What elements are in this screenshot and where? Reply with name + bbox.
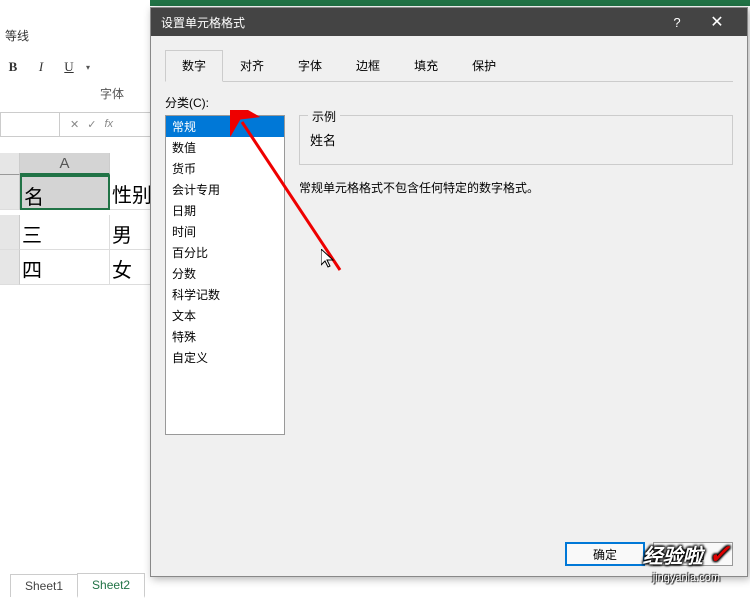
enter-icon[interactable]: ✓ (87, 118, 96, 131)
cell-A2[interactable]: 三 (20, 215, 110, 250)
format-description: 常规单元格格式不包含任何特定的数字格式。 (299, 179, 733, 196)
category-item-text[interactable]: 文本 (166, 305, 284, 326)
ok-button[interactable]: 确定 (565, 542, 645, 566)
bold-button[interactable]: B (2, 56, 24, 78)
category-item-special[interactable]: 特殊 (166, 326, 284, 347)
dialog-titlebar[interactable]: 设置单元格格式 ? ✕ (151, 8, 747, 36)
column-header-A[interactable]: A (20, 153, 110, 175)
font-group-label: 字体 (100, 85, 124, 102)
italic-button[interactable]: I (30, 56, 52, 78)
example-label: 示例 (308, 108, 340, 125)
help-button[interactable]: ? (657, 8, 697, 36)
underline-button[interactable]: U (58, 56, 80, 78)
category-item-general[interactable]: 常规 (166, 116, 284, 137)
category-item-fraction[interactable]: 分数 (166, 263, 284, 284)
name-box[interactable] (0, 113, 60, 136)
category-item-accounting[interactable]: 会计专用 (166, 179, 284, 200)
ribbon-fragment: 等线 (0, 27, 150, 41)
select-all-cell[interactable] (0, 153, 20, 175)
spreadsheet-background: 等线 B I U ▾ 字体 ✕ ✓ fx A 名 性别 三 男 四 女 (0, 0, 150, 600)
row-header[interactable] (0, 215, 20, 250)
fx-icon[interactable]: fx (104, 118, 113, 131)
row-header[interactable] (0, 175, 20, 210)
category-item-currency[interactable]: 货币 (166, 158, 284, 179)
app-title-bar (150, 0, 750, 6)
cell-A1[interactable]: 名 (20, 175, 110, 210)
tab-number[interactable]: 数字 (165, 50, 223, 82)
row-header[interactable] (0, 250, 20, 285)
watermark-text: 经验啦 (643, 546, 703, 568)
category-item-percentage[interactable]: 百分比 (166, 242, 284, 263)
format-preview-pane: 示例 姓名 常规单元格格式不包含任何特定的数字格式。 (299, 115, 733, 435)
cancel-icon[interactable]: ✕ (70, 118, 79, 131)
formula-bar: ✕ ✓ fx (0, 112, 150, 137)
tab-alignment[interactable]: 对齐 (223, 50, 281, 81)
category-listbox[interactable]: 常规 数值 货币 会计专用 日期 时间 百分比 分数 科学记数 文本 特殊 自定… (165, 115, 285, 435)
category-item-number[interactable]: 数值 (166, 137, 284, 158)
cell-A3[interactable]: 四 (20, 250, 110, 285)
watermark-url: jingyanla.com (653, 572, 720, 584)
column-headers: A (0, 153, 110, 175)
tab-fill[interactable]: 填充 (397, 50, 455, 81)
font-toolbar: B I U ▾ (0, 52, 150, 82)
category-item-time[interactable]: 时间 (166, 221, 284, 242)
tab-protection[interactable]: 保护 (455, 50, 513, 81)
dialog-title-text: 设置单元格格式 (161, 14, 657, 31)
example-value: 姓名 (310, 130, 722, 149)
close-button[interactable]: ✕ (697, 8, 737, 36)
chevron-down-icon[interactable]: ▾ (86, 63, 90, 72)
category-item-scientific[interactable]: 科学记数 (166, 284, 284, 305)
dialog-tabs: 数字 对齐 字体 边框 填充 保护 (165, 50, 733, 82)
category-item-date[interactable]: 日期 (166, 200, 284, 221)
watermark-logo: 经验啦 ✓ (643, 539, 730, 570)
example-box: 示例 姓名 (299, 115, 733, 165)
category-item-custom[interactable]: 自定义 (166, 347, 284, 368)
dialog-body: 数字 对齐 字体 边框 填充 保护 分类(C): 常规 数值 货币 会计专用 日… (151, 36, 747, 449)
format-cells-dialog: 设置单元格格式 ? ✕ 数字 对齐 字体 边框 填充 保护 分类(C): 常规 … (150, 7, 748, 577)
sheet-tab-1[interactable]: Sheet1 (10, 574, 78, 597)
sheet-tab-2[interactable]: Sheet2 (77, 573, 145, 598)
sheet-tab-bar: Sheet1 Sheet2 (10, 573, 144, 598)
tab-border[interactable]: 边框 (339, 50, 397, 81)
tab-font[interactable]: 字体 (281, 50, 339, 81)
check-icon: ✓ (708, 539, 730, 569)
category-label: 分类(C): (165, 94, 733, 111)
